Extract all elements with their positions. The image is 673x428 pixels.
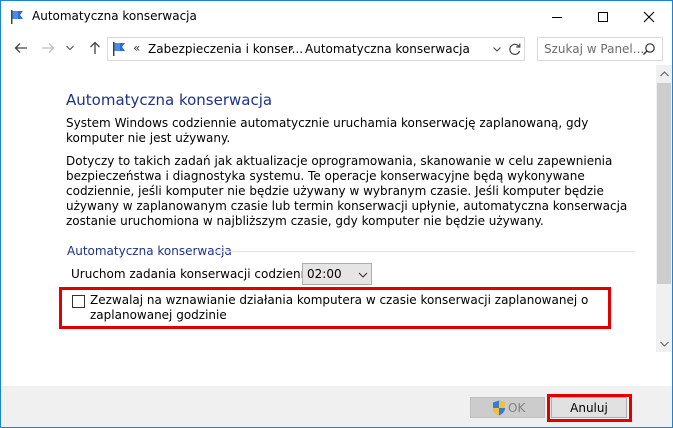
main-content: Automatyczna konserwacja System Windows … — [1, 65, 656, 386]
chevron-down-icon — [358, 269, 368, 279]
back-button[interactable] — [13, 40, 29, 56]
ok-button-label: OK — [508, 401, 526, 415]
chevron-down-icon — [493, 47, 501, 52]
section-divider — [215, 251, 635, 252]
up-button[interactable] — [87, 40, 103, 56]
control-panel-flag-icon — [111, 41, 127, 57]
maximize-icon — [598, 11, 608, 22]
address-bar[interactable]: « Zabezpieczenia i konser... › Automatyc… — [107, 37, 525, 61]
forward-button[interactable] — [40, 40, 56, 56]
address-toolbar: « Zabezpieczenia i konser... › Automatyc… — [1, 32, 672, 65]
section-heading: Automatyczna konserwacja — [67, 244, 232, 258]
title-bar[interactable]: Automatyczna konserwacja — [1, 1, 672, 32]
breadcrumb-current[interactable]: Automatyczna konserwacja — [305, 42, 470, 56]
page-title: Automatyczna konserwacja — [66, 91, 273, 109]
arrow-up-icon — [90, 41, 100, 54]
window-title: Automatyczna konserwacja — [32, 9, 197, 23]
chevron-down-icon — [659, 341, 669, 347]
refresh-icon — [509, 43, 521, 55]
control-panel-flag-icon — [9, 9, 25, 25]
address-dropdown-button[interactable] — [491, 43, 503, 55]
close-button[interactable] — [626, 1, 672, 32]
arrow-right-icon — [42, 43, 55, 53]
ok-button[interactable]: OK — [470, 397, 545, 418]
minimize-button[interactable] — [534, 1, 580, 32]
maintenance-time-select[interactable]: 02:00 — [302, 263, 372, 285]
scroll-thumb[interactable] — [657, 83, 671, 284]
breadcrumb-separator[interactable]: › — [289, 41, 294, 55]
breadcrumb-overflow[interactable]: « — [133, 41, 140, 55]
time-label: Uruchom zadania konserwacji codziennie o — [71, 267, 331, 281]
control-panel-window: Automatyczna konserwacja « Zabezpieczeni… — [0, 0, 673, 428]
cancel-highlight-frame — [547, 394, 632, 422]
maximize-button[interactable] — [580, 1, 626, 32]
details-text: Dotyczy to takich zadań jak aktualizacje… — [66, 154, 628, 228]
time-select-value: 02:00 — [307, 267, 342, 281]
scroll-down-button[interactable] — [656, 335, 672, 352]
search-input[interactable]: Szukaj w Panel... — [537, 37, 663, 61]
description-text: System Windows codziennie automatycznie … — [66, 116, 589, 145]
vertical-scrollbar[interactable] — [656, 65, 672, 352]
recent-locations-button[interactable] — [65, 40, 75, 56]
chevron-down-icon — [66, 45, 74, 51]
refresh-button[interactable] — [507, 41, 523, 57]
uac-shield-icon — [492, 400, 506, 416]
allow-wake-label[interactable]: Zezwalaj na wznawianie działania kompute… — [90, 293, 605, 323]
search-placeholder: Szukaj w Panel... — [544, 42, 645, 56]
scroll-up-button[interactable] — [656, 65, 672, 82]
breadcrumb-security[interactable]: Zabezpieczenia i konser... — [148, 42, 303, 56]
allow-wake-checkbox[interactable] — [72, 295, 85, 308]
minimize-icon — [552, 16, 562, 18]
arrow-left-icon — [14, 43, 27, 53]
close-icon — [643, 11, 655, 22]
search-icon — [642, 42, 656, 56]
chevron-up-icon — [659, 70, 669, 76]
